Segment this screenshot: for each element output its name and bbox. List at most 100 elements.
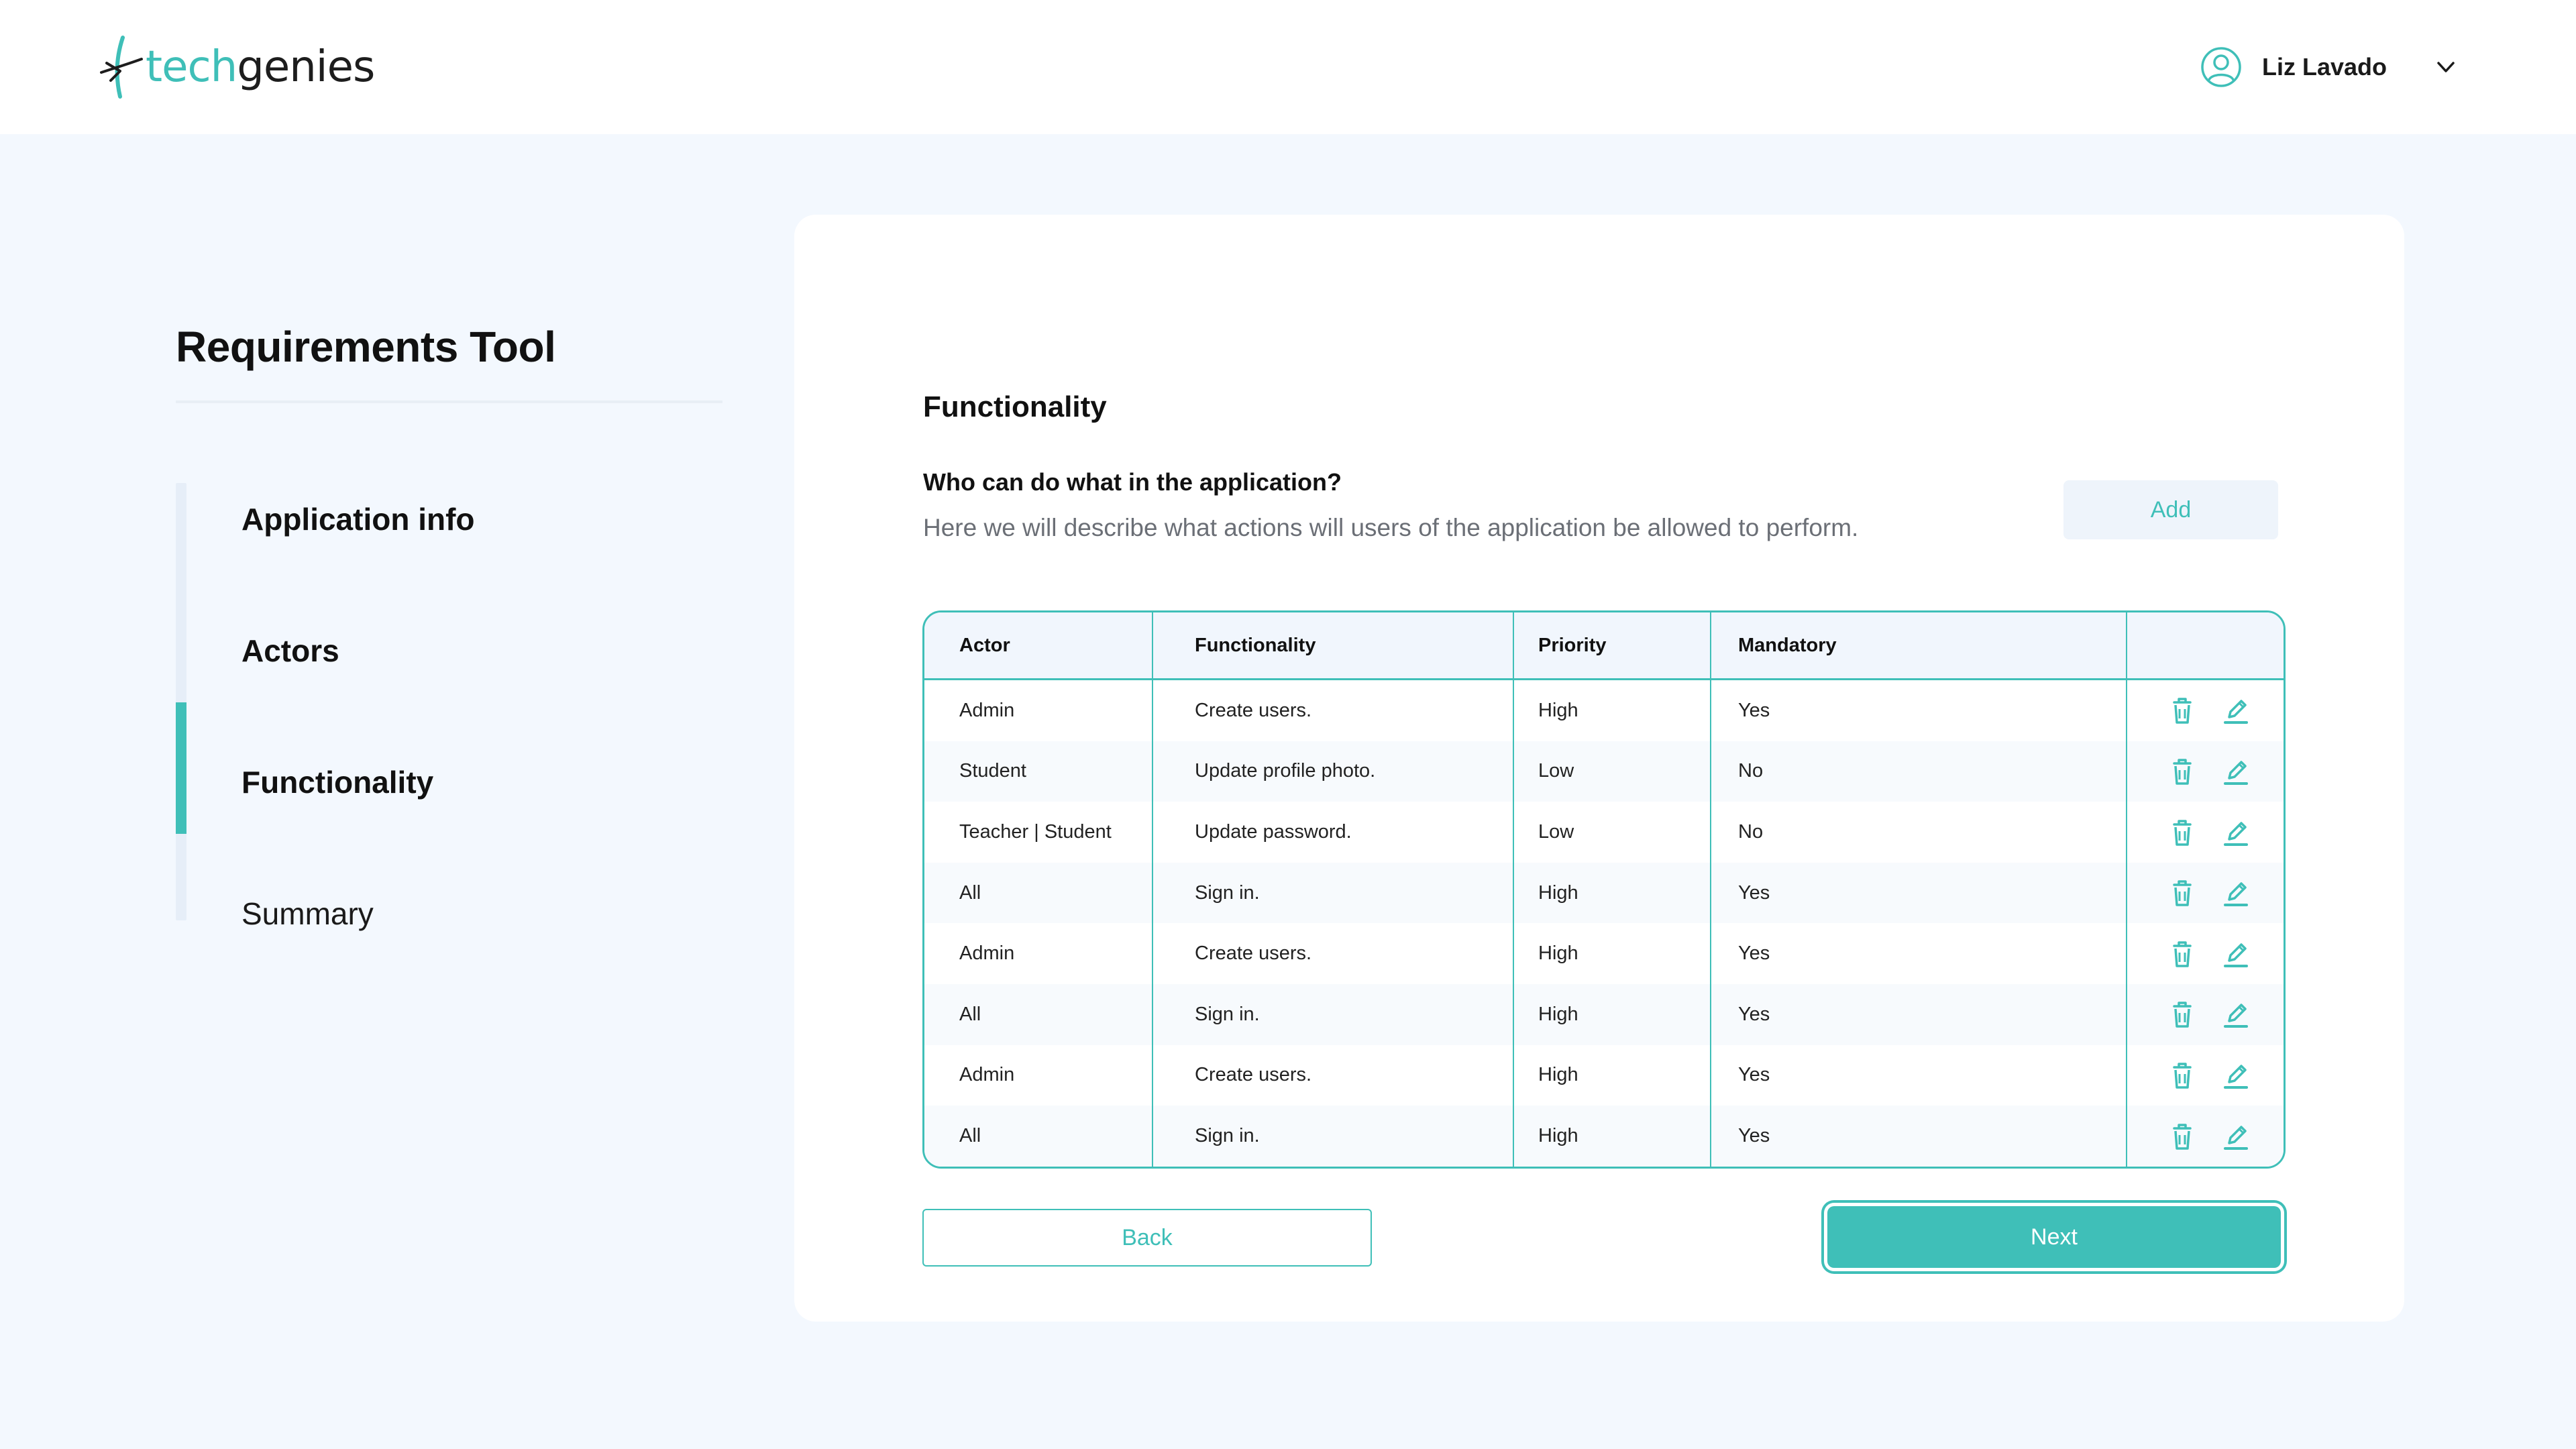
table-header-row: Actor Functionality Priority Mandatory bbox=[924, 612, 2284, 680]
add-button[interactable]: Add bbox=[2063, 480, 2278, 539]
main-card: Functionality Who can do what in the app… bbox=[794, 215, 2404, 1322]
priority-text: High bbox=[1538, 1064, 1578, 1086]
sidebar-title: Requirements Tool bbox=[176, 323, 556, 371]
user-menu[interactable]: Liz Lavado bbox=[2200, 44, 2458, 91]
header-mandatory: Mandatory bbox=[1711, 612, 2127, 680]
functionality-text: Create users. bbox=[1195, 699, 1312, 721]
table-row: Student Update profile photo. Low No bbox=[924, 741, 2284, 802]
cell-actor: All bbox=[924, 862, 1153, 924]
pencil-icon[interactable] bbox=[2222, 1122, 2249, 1151]
pencil-icon[interactable] bbox=[2222, 818, 2249, 847]
cell-priority: High bbox=[1513, 1106, 1711, 1167]
trash-icon[interactable] bbox=[2169, 757, 2196, 786]
priority-text: High bbox=[1538, 1003, 1578, 1025]
header-functionality-label: Functionality bbox=[1195, 634, 1316, 656]
step-application-info[interactable]: Application info bbox=[241, 492, 475, 546]
trash-icon[interactable] bbox=[2169, 878, 2196, 908]
next-button[interactable]: Next bbox=[1827, 1206, 2281, 1268]
cell-functionality: Sign in. bbox=[1152, 984, 1514, 1045]
pencil-icon[interactable] bbox=[2222, 939, 2249, 969]
step-actors[interactable]: Actors bbox=[241, 624, 339, 678]
cell-actions bbox=[2127, 679, 2284, 741]
cell-actor: All bbox=[924, 1106, 1153, 1167]
trash-icon[interactable] bbox=[2169, 939, 2196, 969]
header-actor-label: Actor bbox=[959, 634, 1010, 656]
cell-actions bbox=[2127, 1106, 2284, 1167]
functionality-text: Sign in. bbox=[1195, 881, 1260, 904]
actor-text: Teacher | Student bbox=[959, 821, 1112, 843]
step-progress-track bbox=[176, 483, 186, 920]
mandatory-text: Yes bbox=[1738, 943, 1770, 965]
row-actions bbox=[2127, 1000, 2284, 1029]
cell-priority: Low bbox=[1513, 741, 1711, 802]
functionality-text: Create users. bbox=[1195, 1064, 1312, 1086]
row-actions bbox=[2127, 878, 2284, 908]
pencil-icon[interactable] bbox=[2222, 1000, 2249, 1029]
header-priority-label: Priority bbox=[1538, 634, 1607, 656]
techgenies-logo[interactable]: techgenies bbox=[97, 34, 375, 101]
pencil-icon[interactable] bbox=[2222, 757, 2249, 786]
trash-icon[interactable] bbox=[2169, 1000, 2196, 1029]
cell-actions bbox=[2127, 802, 2284, 863]
cell-priority: Low bbox=[1513, 802, 1711, 863]
row-actions bbox=[2127, 757, 2284, 786]
cell-priority: High bbox=[1513, 923, 1711, 985]
logo-text-tech: tech bbox=[146, 42, 237, 92]
trash-icon[interactable] bbox=[2169, 1061, 2196, 1090]
actor-text: All bbox=[959, 881, 981, 904]
priority-text: Low bbox=[1538, 760, 1574, 782]
functionality-text: Update profile photo. bbox=[1195, 760, 1376, 782]
pencil-icon[interactable] bbox=[2222, 1061, 2249, 1090]
cell-functionality: Sign in. bbox=[1152, 862, 1514, 924]
cell-priority: High bbox=[1513, 679, 1711, 741]
cell-mandatory: No bbox=[1711, 802, 2127, 863]
sidebar-divider bbox=[176, 400, 722, 403]
actor-text: All bbox=[959, 1125, 981, 1147]
row-actions bbox=[2127, 1061, 2284, 1090]
header-actions bbox=[2127, 612, 2284, 680]
back-button[interactable]: Back bbox=[922, 1209, 1372, 1267]
pencil-icon[interactable] bbox=[2222, 878, 2249, 908]
header-functionality: Functionality bbox=[1152, 612, 1514, 680]
priority-text: High bbox=[1538, 1125, 1578, 1147]
trash-icon[interactable] bbox=[2169, 696, 2196, 725]
cell-functionality: Sign in. bbox=[1152, 1106, 1514, 1167]
user-name: Liz Lavado bbox=[2262, 53, 2387, 80]
cell-actions bbox=[2127, 923, 2284, 985]
cell-priority: High bbox=[1513, 862, 1711, 924]
logo-text: techgenies bbox=[146, 46, 375, 89]
actor-text: Admin bbox=[959, 943, 1015, 965]
cell-functionality: Update profile photo. bbox=[1152, 741, 1514, 802]
priority-text: High bbox=[1538, 881, 1578, 904]
step-summary[interactable]: Summary bbox=[241, 887, 374, 941]
cell-actor: Teacher | Student bbox=[924, 802, 1153, 863]
cell-actor: Admin bbox=[924, 923, 1153, 985]
functionality-text: Create users. bbox=[1195, 943, 1312, 965]
header-actor: Actor bbox=[924, 612, 1153, 680]
trash-icon[interactable] bbox=[2169, 1122, 2196, 1151]
table-row: All Sign in. High Yes bbox=[924, 862, 2284, 924]
step-functionality[interactable]: Functionality bbox=[241, 755, 433, 809]
section-question: Who can do what in the application? bbox=[923, 468, 1342, 496]
chevron-down-icon[interactable] bbox=[2434, 55, 2458, 79]
table-row: Admin Create users. High Yes bbox=[924, 679, 2284, 741]
priority-text: High bbox=[1538, 699, 1578, 721]
functionality-text: Update password. bbox=[1195, 821, 1352, 843]
row-actions bbox=[2127, 939, 2284, 969]
mandatory-text: No bbox=[1738, 760, 1764, 782]
priority-text: Low bbox=[1538, 821, 1574, 843]
mandatory-text: No bbox=[1738, 821, 1764, 843]
step-active-indicator bbox=[176, 702, 186, 834]
section-title: Functionality bbox=[923, 390, 1107, 423]
cell-functionality: Create users. bbox=[1152, 923, 1514, 985]
cell-mandatory: Yes bbox=[1711, 862, 2127, 924]
trash-icon[interactable] bbox=[2169, 818, 2196, 847]
table-row: All Sign in. High Yes bbox=[924, 984, 2284, 1045]
section-description: Here we will describe what actions will … bbox=[923, 514, 1859, 541]
header-priority: Priority bbox=[1513, 612, 1711, 680]
cell-actions bbox=[2127, 984, 2284, 1045]
table-row: Admin Create users. High Yes bbox=[924, 1044, 2284, 1106]
pencil-icon[interactable] bbox=[2222, 696, 2249, 725]
cell-mandatory: No bbox=[1711, 741, 2127, 802]
techgenies-logo-icon bbox=[100, 36, 143, 99]
